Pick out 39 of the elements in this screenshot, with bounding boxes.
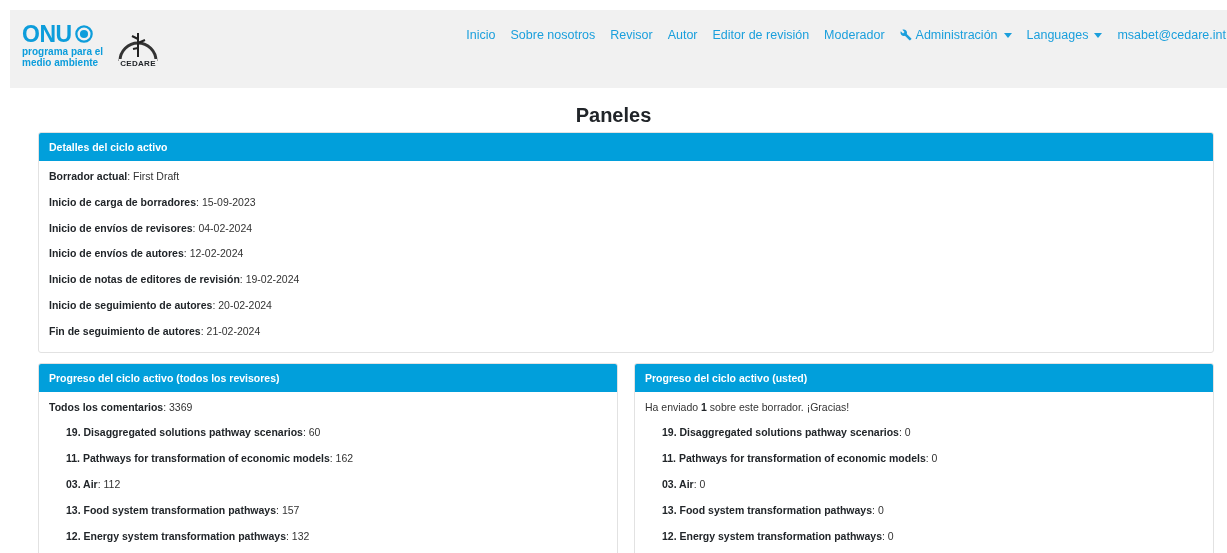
nav-link[interactable]: Moderador <box>824 28 885 42</box>
info-text: 12. Energy system transformation pathways: 0 <box>661 528 895 543</box>
info-text: 03. Air: 112 <box>65 476 122 491</box>
info-text: 19. Disaggregated solutions pathway scenarios: 0 <box>661 425 912 440</box>
caret-icon <box>1003 32 1012 38</box>
caret-icon <box>1094 32 1103 38</box>
nav-link[interactable]: Sobre nosotros <box>510 28 596 42</box>
nav-link[interactable]: Editor de revisión <box>712 28 810 42</box>
nav-link[interactable]: Administración <box>899 28 1012 42</box>
info-text: Inicio de envíos de revisores: 04-02-2024 <box>49 220 254 235</box>
nav-link[interactable]: Autor <box>667 28 698 42</box>
nav-link[interactable]: Revisor <box>610 28 653 42</box>
info-text: Todos los comentarios: 3369 <box>49 399 194 414</box>
info-text: 12. Energy system transformation pathways: 132 <box>65 528 311 543</box>
card-header: Progreso del ciclo activo (todos los revisores) <box>39 363 617 392</box>
info-text: 13. Food system transformation pathways: 0 <box>661 502 885 517</box>
nav-link[interactable]: Languages <box>1026 28 1103 42</box>
info-text: 11. Pathways for transformation of economic models: 0 <box>661 451 939 466</box>
info-text: Inicio de seguimiento de autores: 20-02-2024 <box>49 298 273 312</box>
card-header: Detalles del ciclo activo <box>39 133 1213 161</box>
info-text: 03. Air: 0 <box>661 476 707 491</box>
info-text: Fin de seguimiento de autores: 21-02-2024 <box>49 323 262 338</box>
logo-subtitle: programa para el medio ambiente <box>22 46 105 68</box>
card-header: Progreso del ciclo activo (usted) <box>635 363 1213 392</box>
info-text: 19. Disaggregated solutions pathway scenarios: 60 <box>65 425 322 440</box>
nav-link[interactable]: msabet@cedare.int <box>1117 28 1227 42</box>
info-text: Ha enviado 1 sobre este borrador. ¡Gracias! <box>645 399 851 414</box>
info-text: Inicio de envíos de autores: 12-02-2024 <box>49 246 245 261</box>
info-text: Borrador actual: First Draft <box>49 169 181 183</box>
info-text: Inicio de carga de borradores: 15-09-2023 <box>49 194 257 209</box>
logo-caption: CEDARE <box>119 59 157 68</box>
wrench-icon <box>899 29 912 41</box>
emblem-icon <box>74 25 93 43</box>
nav-link[interactable]: Inicio <box>466 28 496 42</box>
info-text: 13. Food system transformation pathways: 157 <box>65 502 301 517</box>
info-text: 11. Pathways for transformation of economic models: 162 <box>65 451 355 466</box>
info-text: Inicio de notas de editores de revisión: 19-02-2024 <box>49 272 301 287</box>
logo-title: ONU <box>22 22 72 46</box>
page-title: Paneles <box>574 104 653 127</box>
